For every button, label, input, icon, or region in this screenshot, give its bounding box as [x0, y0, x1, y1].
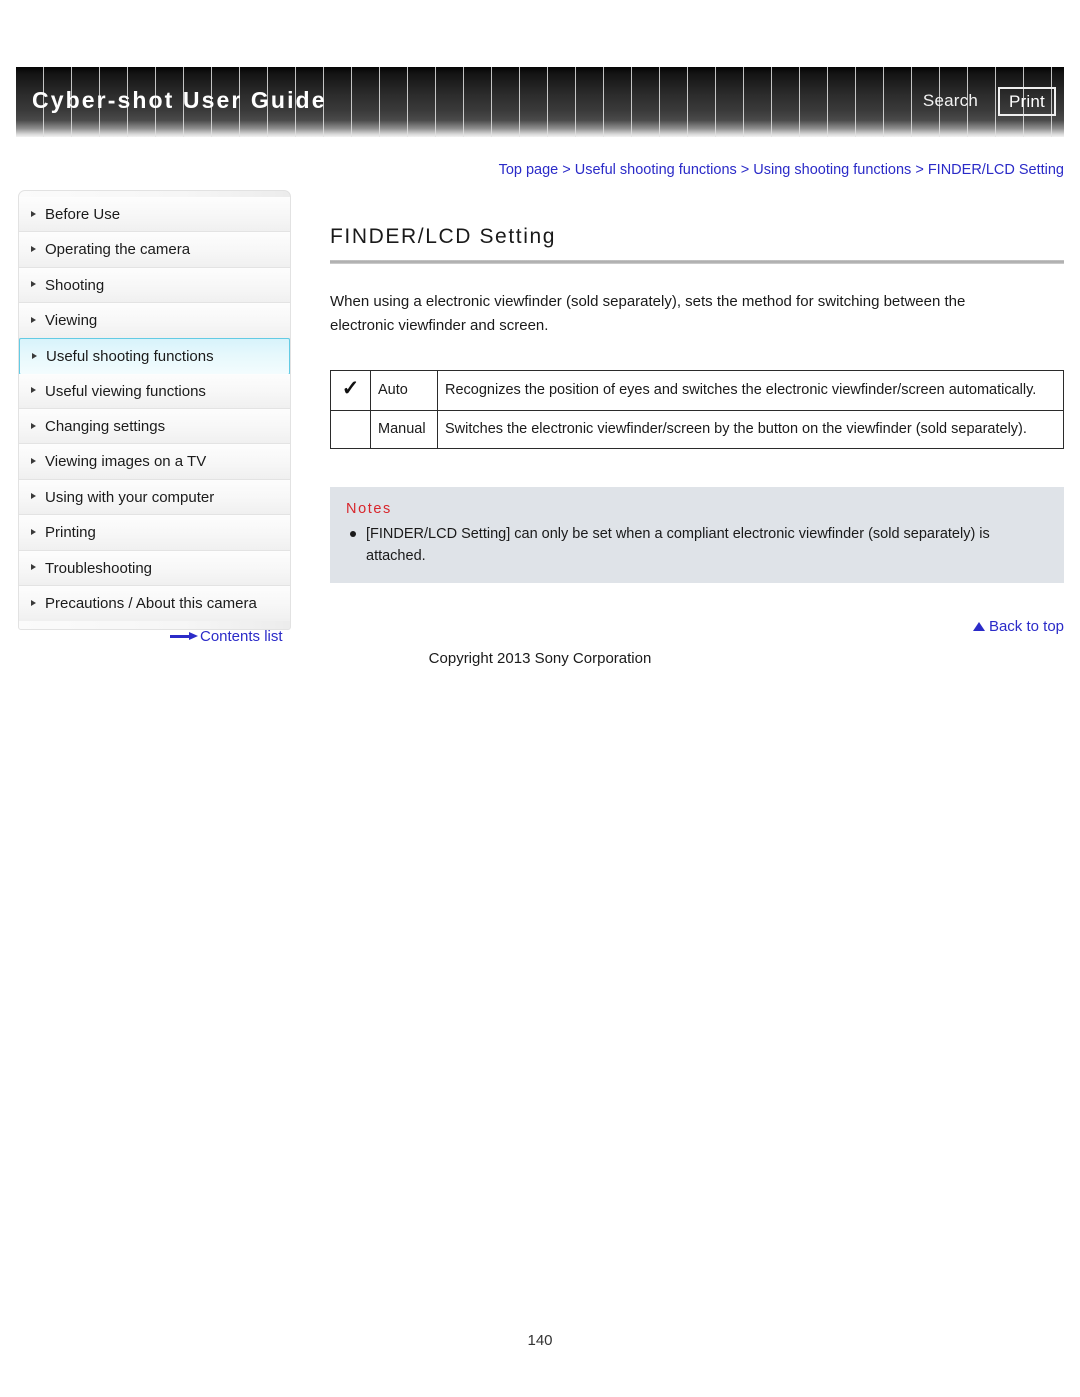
- search-button[interactable]: Search: [923, 91, 978, 111]
- sidebar-item-operating-the-camera[interactable]: Operating the camera: [19, 232, 290, 268]
- triangle-right-icon: [31, 316, 36, 323]
- sidebar-item-label: Useful shooting functions: [46, 347, 214, 365]
- triangle-up-icon: [972, 622, 985, 631]
- contents-list-label: Contents list: [200, 628, 283, 645]
- notes-list: [FINDER/LCD Setting] can only be set whe…: [346, 523, 1048, 567]
- table-row: Manual Switches the electronic viewfinder…: [330, 410, 1064, 449]
- page-number: 140: [527, 1332, 553, 1349]
- sidebar-item-changing-settings[interactable]: Changing settings: [19, 408, 290, 445]
- triangle-right-icon: [32, 352, 37, 359]
- check-cell-empty: [330, 410, 371, 449]
- document-page: Cyber-shot User Guide Search Print Top p…: [0, 0, 1080, 1397]
- sidebar-item-printing[interactable]: Printing: [19, 515, 290, 551]
- option-description: Switches the electronic viewfinder/scree…: [437, 410, 1064, 449]
- triangle-right-icon: [31, 281, 36, 288]
- page-title: FINDER/LCD Setting: [330, 225, 557, 248]
- triangle-right-icon: [31, 600, 36, 607]
- sidebar-item-useful-viewing-functions[interactable]: Useful viewing functions: [19, 373, 290, 409]
- back-to-top-label: Back to top: [988, 618, 1064, 635]
- copyright-text: Copyright 2013 Sony Corporation: [428, 650, 652, 667]
- option-description: Recognizes the position of eyes and swit…: [437, 370, 1064, 411]
- sidebar-item-using-with-your-computer[interactable]: Using with your computer: [19, 479, 290, 516]
- triangle-right-icon: [31, 387, 36, 394]
- notes-box: Notes [FINDER/LCD Setting] can only be s…: [330, 487, 1064, 583]
- intro-paragraph: When using a electronic viewfinder (sold…: [330, 293, 966, 334]
- title-divider: [330, 260, 1064, 264]
- sidebar-item-label: Precautions / About this camera: [45, 594, 257, 612]
- option-label: Manual: [370, 410, 438, 449]
- triangle-right-icon: [31, 564, 36, 571]
- sidebar-item-precautions-about-this-camera[interactable]: Precautions / About this camera: [19, 585, 290, 622]
- sidebar-item-before-use[interactable]: Before Use: [19, 197, 290, 233]
- triangle-right-icon: [31, 422, 36, 429]
- triangle-right-icon: [31, 458, 36, 465]
- sidebar-item-label: Printing: [45, 524, 96, 542]
- sidebar-item-shooting[interactable]: Shooting: [19, 267, 290, 304]
- arrow-right-icon: [170, 632, 198, 640]
- sidebar-item-label: Using with your computer: [45, 488, 215, 506]
- sidebar-item-label: Useful viewing functions: [45, 382, 206, 400]
- sidebar-item-label: Viewing: [45, 312, 98, 330]
- sidebar-item-label: Operating the camera: [45, 241, 191, 259]
- sidebar-item-label: Before Use: [45, 206, 121, 223]
- header-banner: Cyber-shot User Guide Search Print: [16, 67, 1064, 137]
- sidebar-item-label: Shooting: [45, 276, 105, 294]
- sidebar-item-label: Changing settings: [45, 417, 166, 435]
- triangle-right-icon: [31, 528, 36, 535]
- sidebar-item-label: Troubleshooting: [45, 559, 153, 577]
- print-button[interactable]: Print: [998, 87, 1056, 116]
- contents-list-link[interactable]: Contents list: [170, 628, 283, 645]
- breadcrumb[interactable]: Top page > Useful shooting functions > U…: [0, 162, 1064, 178]
- sidebar-nav: Before Use Operating the camera Shooting Vi…: [18, 190, 291, 631]
- triangle-right-icon: [31, 210, 36, 217]
- triangle-right-icon: [31, 246, 36, 253]
- sidebar-item-useful-shooting-functions[interactable]: Useful shooting functions: [19, 337, 290, 375]
- back-to-top-link[interactable]: Back to top: [330, 618, 1064, 635]
- option-label: Auto: [370, 370, 438, 411]
- sidebar-item-troubleshooting[interactable]: Troubleshooting: [19, 550, 290, 586]
- sidebar-item-viewing[interactable]: Viewing: [19, 303, 290, 339]
- notes-title: Notes: [346, 501, 392, 517]
- sidebar-item-viewing-images-on-a-tv[interactable]: Viewing images on a TV: [19, 444, 290, 480]
- main-content: FINDER/LCD Setting When using a electron…: [330, 190, 1064, 583]
- sidebar-item-label: Viewing images on a TV: [45, 453, 207, 471]
- options-table: ✓ Auto Recognizes the position of eyes and…: [330, 370, 1064, 449]
- app-title: Cyber-shot User Guide: [32, 87, 327, 113]
- triangle-right-icon: [31, 493, 36, 500]
- checkmark-icon: ✓: [330, 370, 371, 411]
- table-row: ✓ Auto Recognizes the position of eyes and…: [330, 370, 1064, 411]
- note-item: [FINDER/LCD Setting] can only be set whe…: [346, 523, 1048, 567]
